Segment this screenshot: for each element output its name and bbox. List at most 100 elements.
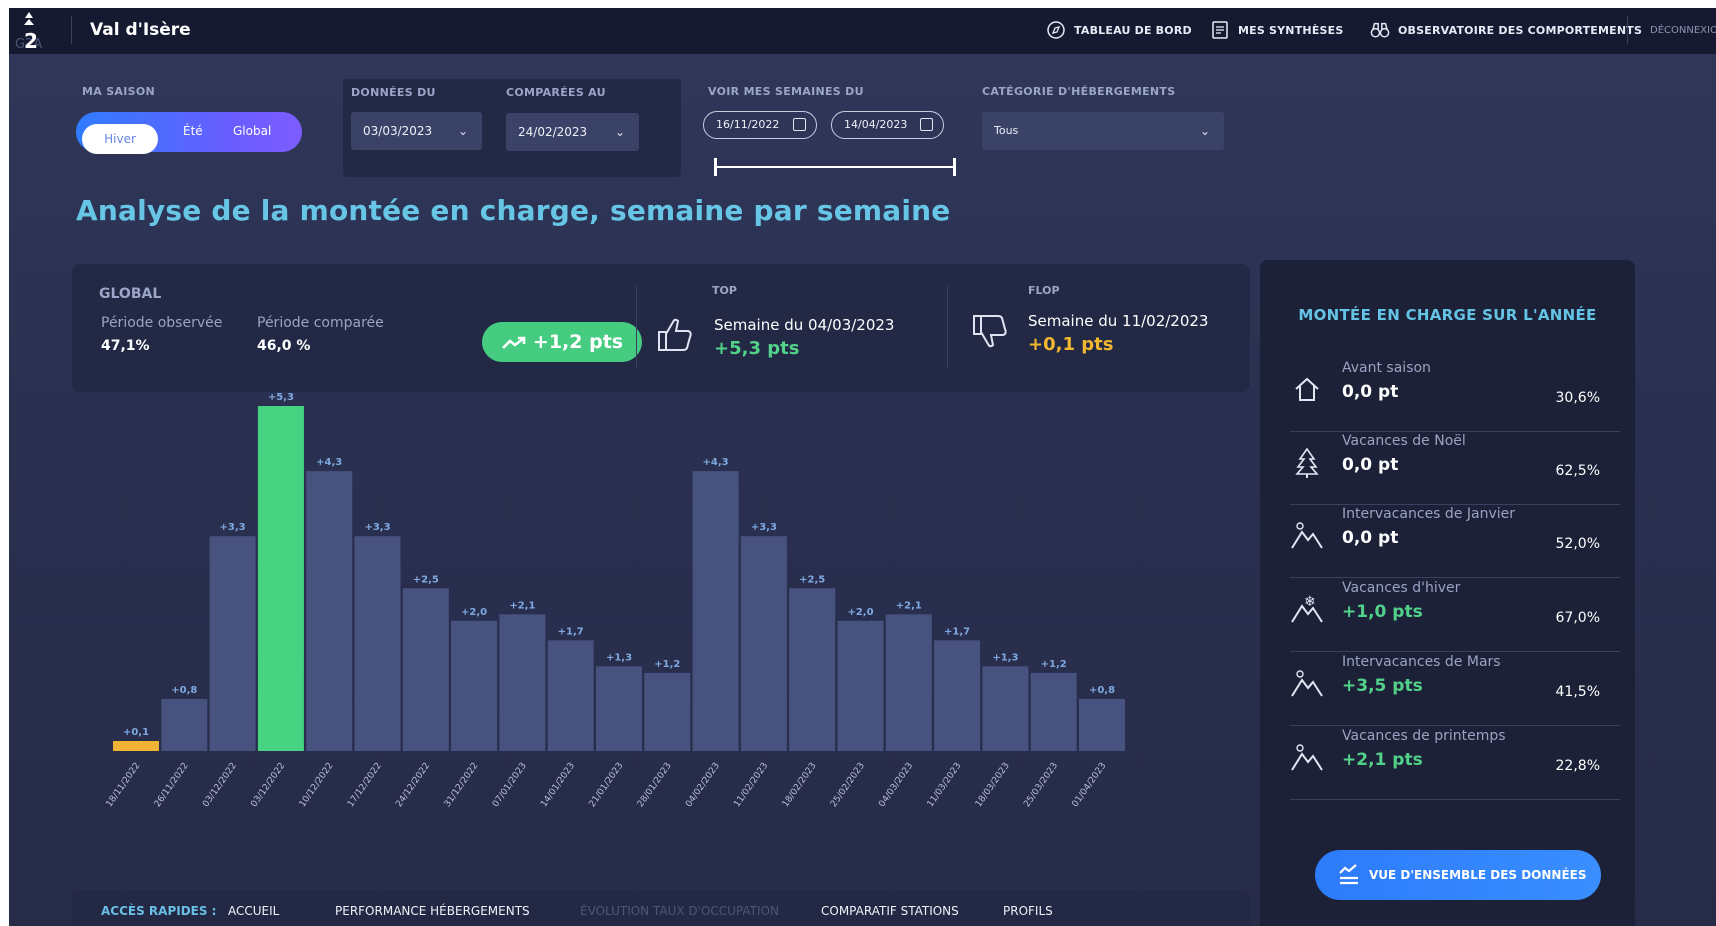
chart-bar[interactable] xyxy=(982,666,1029,751)
chart-bar[interactable] xyxy=(451,620,498,751)
x-tick-label: 24/12/2022 xyxy=(394,761,432,809)
x-tick-label: 18/11/2022 xyxy=(105,761,143,809)
period-item[interactable]: Vacances de Noël 0,0 pt 62,5% xyxy=(1290,433,1620,505)
chart-bar[interactable] xyxy=(596,666,642,751)
chart-bar[interactable] xyxy=(547,640,594,751)
chart-bar[interactable] xyxy=(885,614,932,751)
chart-bar[interactable] xyxy=(644,672,691,751)
bar-data-label: +2,0 xyxy=(461,607,487,618)
mountain-snow-icon: ❄ xyxy=(1291,594,1323,623)
week-range-slider[interactable] xyxy=(714,158,956,176)
delta-badge: +1,2 pts xyxy=(482,322,642,362)
comparees-au-select[interactable]: 24/02/2023 ⌄ xyxy=(506,113,639,151)
range-handle-end[interactable] xyxy=(953,158,956,176)
period-value: +1,0 pts xyxy=(1342,602,1423,622)
bar-data-label: +2,1 xyxy=(896,600,922,611)
period-name: Vacances de Noël xyxy=(1342,433,1466,449)
x-tick-label: 14/01/2023 xyxy=(539,761,577,809)
weekly-bar-chart: +0,1 18/11/2022 +0,8 26/11/2022 +3,3 03/12/20… xyxy=(105,392,1125,809)
period-percent: 41,5% xyxy=(1555,684,1600,700)
x-tick-label: 03/12/2022 xyxy=(249,761,287,809)
donnees-du-value: 03/03/2023 xyxy=(363,124,433,138)
donnees-du-select[interactable]: 03/03/2023 ⌄ xyxy=(351,112,482,150)
season-option-hiver[interactable]: Hiver xyxy=(82,124,158,154)
chart-bar[interactable] xyxy=(402,588,449,751)
period-percent: 52,0% xyxy=(1555,536,1600,552)
period-item[interactable]: Intervacances de Janvier 0,0 pt 52,0% xyxy=(1290,506,1620,578)
period-item[interactable]: Avant saison 0,0 pt 30,6% xyxy=(1290,360,1620,432)
nav-observatoire[interactable]: OBSERVATOIRE DES COMPORTEMENTS xyxy=(1370,20,1642,40)
comparees-au-label: COMPARÉES AU xyxy=(506,86,606,99)
bar-data-label: +3,3 xyxy=(364,522,390,533)
period-item[interactable]: Vacances de printemps +2,1 pts 22,8% xyxy=(1290,728,1620,800)
thumbs-down-icon xyxy=(973,315,1007,348)
quick-link-performance[interactable]: PERFORMANCE HÉBERGEMENTS xyxy=(335,904,530,918)
nav-mes-syntheses[interactable]: MES SYNTHÈSES xyxy=(1210,20,1344,40)
x-tick-label: 18/02/2023 xyxy=(781,761,819,809)
season-toggle[interactable]: Hiver Été Global xyxy=(76,112,302,154)
chart-bar[interactable] xyxy=(740,536,787,751)
period-name: Vacances d'hiver xyxy=(1342,580,1461,596)
quick-link-evolution: ÉVOLUTION TAUX D'OCCUPATION xyxy=(580,904,779,918)
bar-data-label: +5,3 xyxy=(268,392,294,403)
season-option-global[interactable]: Global xyxy=(233,124,271,138)
x-tick-label: 18/03/2023 xyxy=(974,761,1012,809)
overview-button[interactable]: VUE D'ENSEMBLE DES DONNÉES xyxy=(1315,850,1601,900)
chart-bar[interactable] xyxy=(934,640,981,751)
chart-bar[interactable] xyxy=(1079,698,1125,751)
quick-link-accueil[interactable]: ACCUEIL xyxy=(228,904,279,918)
chart-bar[interactable] xyxy=(306,471,353,751)
chart-bar[interactable] xyxy=(113,741,159,751)
weeks-to-input[interactable]: 14/04/2023 xyxy=(831,111,944,139)
bar-data-label: +1,3 xyxy=(992,652,1018,663)
season-option-ete[interactable]: Été xyxy=(183,124,203,138)
year-panel: MONTÉE EN CHARGE SUR L'ANNÉE Avant saiso… xyxy=(1260,260,1635,926)
quick-link-profils[interactable]: PROFILS xyxy=(1003,904,1053,918)
period-value: 0,0 pt xyxy=(1342,455,1399,475)
bar-data-label: +0,1 xyxy=(123,727,149,738)
compared-label: Période comparée xyxy=(257,315,384,331)
bar-data-label: +1,3 xyxy=(606,652,632,663)
chart-bar[interactable] xyxy=(257,406,304,751)
range-handle-start[interactable] xyxy=(714,158,717,176)
chart-bar[interactable] xyxy=(499,614,546,751)
chart-bar[interactable] xyxy=(692,471,739,751)
bar-data-label: +1,2 xyxy=(654,659,680,670)
flop-value: +0,1 pts xyxy=(1028,334,1114,355)
period-percent: 22,8% xyxy=(1555,758,1600,774)
global-label: GLOBAL xyxy=(99,286,162,302)
x-tick-label: 03/12/2022 xyxy=(201,761,239,809)
period-value: +3,5 pts xyxy=(1342,676,1423,696)
period-percent: 30,6% xyxy=(1555,390,1600,406)
nav-tableau-de-bord[interactable]: TABLEAU DE BORD xyxy=(1046,20,1192,40)
period-item[interactable]: ❄ Vacances d'hiver +1,0 pts 67,0% xyxy=(1290,580,1620,652)
chart-bar[interactable] xyxy=(354,536,401,751)
season-label: MA SAISON xyxy=(82,85,155,98)
x-tick-label: 25/02/2023 xyxy=(829,761,867,809)
bar-data-label: +2,5 xyxy=(413,574,439,585)
chart-bar[interactable] xyxy=(161,698,208,751)
logout-link[interactable]: DÉCONNEXION xyxy=(1650,25,1716,36)
weeks-from-value: 16/11/2022 xyxy=(716,118,780,131)
period-item[interactable]: Intervacances de Mars +3,5 pts 41,5% xyxy=(1290,654,1620,726)
chevron-down-icon: ⌄ xyxy=(614,125,625,139)
accommodation-select[interactable]: Tous ⌄ xyxy=(982,112,1224,150)
bar-data-label: +3,3 xyxy=(220,522,246,533)
donnees-du-label: DONNÉES DU xyxy=(351,86,436,99)
chart-bar[interactable] xyxy=(789,588,836,751)
chart-bar[interactable] xyxy=(209,536,256,751)
compared-value: 46,0 % xyxy=(257,338,311,354)
chart-bar[interactable] xyxy=(837,620,884,751)
x-tick-label: 28/01/2023 xyxy=(636,761,674,809)
g2a-logo[interactable]: G2A 2 xyxy=(15,10,59,52)
svg-text:❄: ❄ xyxy=(1304,594,1316,610)
quick-links-label: ACCÈS RAPIDES : xyxy=(101,904,217,918)
weeks-from-input[interactable]: 16/11/2022 xyxy=(703,111,817,139)
quick-link-comparatif[interactable]: COMPARATIF STATIONS xyxy=(821,904,959,918)
chart-bar[interactable] xyxy=(1030,672,1077,751)
mountain-sun-icon xyxy=(1291,744,1323,771)
bar-data-label: +1,7 xyxy=(558,626,584,637)
x-tick-label: 11/02/2023 xyxy=(732,761,770,809)
x-tick-label: 01/04/2023 xyxy=(1071,761,1109,809)
svg-text:2: 2 xyxy=(24,29,38,52)
